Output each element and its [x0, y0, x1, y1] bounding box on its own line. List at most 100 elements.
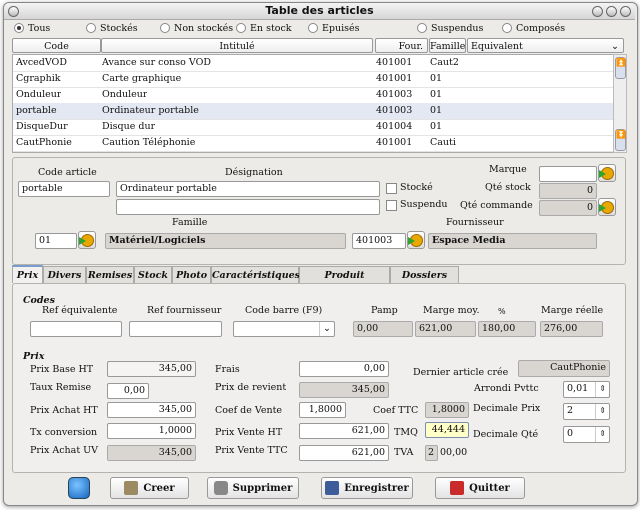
frais-input[interactable]: 0,00	[299, 361, 389, 377]
tab-0[interactable]: Prix	[12, 265, 43, 283]
dec-qte-spinbox[interactable]: 0 ⇕	[563, 426, 610, 443]
tmq-input[interactable]: 44,444	[425, 422, 469, 438]
code-article-input[interactable]: portable	[18, 181, 110, 197]
famille-label: Famille	[172, 217, 208, 228]
table-cell: Carte graphique	[102, 73, 182, 84]
stocke-checkbox[interactable]	[386, 183, 397, 194]
col-header-four[interactable]: Four.	[375, 38, 428, 53]
spin-arrows-icon[interactable]: ⇕	[595, 427, 606, 442]
table-cell: 401003	[376, 105, 413, 116]
prix-vente-ht-input[interactable]: 621,00	[299, 423, 389, 439]
quitter-button[interactable]: Quitter	[435, 477, 525, 499]
dec-qte-value: 0	[567, 428, 574, 439]
tva-code-field[interactable]: 2	[425, 445, 438, 461]
designation2-input[interactable]	[116, 199, 380, 215]
col-header-equivalent[interactable]: Equivalent ⌄	[467, 38, 624, 53]
spin-arrows-icon[interactable]: ⇕	[595, 382, 606, 397]
prix-vente-ttc-input[interactable]: 621,00	[299, 445, 389, 461]
creer-button[interactable]: Creer	[110, 477, 189, 499]
table-row[interactable]: Onduleur Onduleur 401003 01	[13, 87, 614, 104]
prix-revient-label: Prix de revient	[215, 382, 287, 393]
spin-arrows-icon[interactable]: ⇕	[595, 404, 606, 419]
close-button[interactable]	[620, 6, 631, 17]
filter-label: Epuisés	[322, 22, 360, 34]
radio-icon[interactable]	[160, 23, 170, 33]
radio-icon[interactable]	[502, 23, 512, 33]
radio-icon[interactable]	[14, 23, 24, 33]
radio-icon[interactable]	[308, 23, 318, 33]
scroll-bottom-icon[interactable]: ⏬	[615, 129, 626, 151]
stocke-label: Stocké	[400, 182, 433, 193]
radio-icon[interactable]	[417, 23, 427, 33]
table-row[interactable]: portable Ordinateur portable 401003 01	[13, 103, 614, 120]
tab-3[interactable]: Stock	[134, 266, 172, 283]
enregistrer-button[interactable]: Enregistrer	[321, 477, 413, 499]
prix-vente-ht-label: Prix Vente HT	[215, 427, 283, 438]
table-cell: 401001	[376, 73, 413, 84]
table-row[interactable]: CautPhonie Caution Téléphonie 401001 Cauti	[13, 135, 614, 152]
tab-6[interactable]: Produit composé	[299, 266, 390, 298]
tab-2[interactable]: Remises	[86, 266, 134, 283]
filter-radio-6[interactable]: Composés	[502, 22, 565, 34]
prix-achat-ht-input[interactable]: 345,00	[107, 402, 196, 418]
pct-label: %	[498, 307, 506, 316]
table-row[interactable]: DisqueDur Disque dur 401004 01	[13, 119, 614, 136]
table-cell: 401003	[376, 89, 413, 100]
coef-vente-input[interactable]: 1,8000	[299, 402, 346, 418]
tx-conversion-input[interactable]: 1,0000	[107, 423, 196, 439]
famille-lookup-button[interactable]	[78, 231, 96, 249]
suspendu-checkbox[interactable]	[386, 200, 397, 211]
prix-vente-ttc-label: Prix Vente TTC	[215, 445, 288, 456]
filter-radio-3[interactable]: En stock	[236, 22, 292, 34]
marque-lookup-button[interactable]	[598, 164, 616, 182]
help-button[interactable]	[68, 477, 90, 499]
radio-icon[interactable]	[236, 23, 246, 33]
tab-1[interactable]: Divers	[43, 266, 86, 283]
scroll-top-icon[interactable]: ⏫	[615, 57, 626, 79]
filter-radio-0[interactable]: Tous	[14, 22, 50, 34]
col-header-famille[interactable]: Famille	[429, 38, 466, 53]
famille-code-input[interactable]: 01	[35, 233, 77, 249]
dec-prix-spinbox[interactable]: 2 ⇕	[563, 403, 610, 420]
fournisseur-code-input[interactable]: 401003	[352, 233, 406, 249]
fournisseur-lookup-button[interactable]	[407, 231, 425, 249]
taux-remise-input[interactable]: 0,00	[107, 383, 149, 399]
col-header-intitule[interactable]: Intitulé	[101, 38, 373, 53]
table-scrollbar[interactable]: ⏫ ⏬	[613, 54, 627, 153]
exit-door-icon	[450, 481, 465, 495]
filter-radio-1[interactable]: Stockés	[86, 22, 138, 34]
designation-label: Désignation	[225, 167, 283, 178]
go-arrow-icon	[598, 166, 614, 180]
window-menu-button[interactable]	[8, 6, 19, 17]
marque-input[interactable]	[539, 166, 597, 182]
maximize-button[interactable]	[606, 6, 617, 17]
suspendu-label: Suspendu	[400, 199, 448, 210]
tab-7[interactable]: Dossiers liés	[390, 266, 459, 298]
tab-4[interactable]: Photo	[172, 266, 211, 283]
ref-four-input[interactable]	[129, 321, 222, 337]
supprimer-button[interactable]: Supprimer	[207, 477, 299, 499]
minimize-button[interactable]	[592, 6, 603, 17]
table-cell: 401001	[376, 57, 413, 68]
tab-5[interactable]: Caractéristiques	[211, 266, 300, 283]
table-cell: 01	[430, 105, 443, 116]
prix-base-ht-label: Prix Base HT	[30, 364, 94, 375]
ref-equiv-label: Ref équivalente	[42, 305, 118, 316]
filter-radio-5[interactable]: Suspendus	[417, 22, 483, 34]
filter-radio-4[interactable]: Epuisés	[308, 22, 360, 34]
table-row[interactable]: AvcedVOD Avance sur conso VOD 401001 Caut2	[13, 55, 614, 72]
prix-achat-ht-label: Prix Achat HT	[30, 405, 98, 416]
ref-equiv-input[interactable]	[30, 321, 122, 337]
taux-remise-label: Taux Remise	[30, 382, 92, 393]
filter-radio-2[interactable]: Non stockés	[160, 22, 233, 34]
arrondi-spinbox[interactable]: 0,01 ⇕	[563, 381, 610, 398]
code-barre-combo[interactable]: ⌄	[233, 321, 335, 337]
articles-table: AvcedVOD Avance sur conso VOD 401001 Caut2 C…	[12, 54, 615, 153]
qte-commande-button[interactable]	[598, 198, 616, 216]
chevron-down-icon[interactable]: ⌄	[611, 39, 619, 54]
chevron-down-icon[interactable]: ⌄	[319, 322, 331, 336]
table-row[interactable]: Cgraphik Carte graphique 401001 01	[13, 71, 614, 88]
col-header-code[interactable]: Code	[12, 38, 101, 53]
radio-icon[interactable]	[86, 23, 96, 33]
designation-input[interactable]: Ordinateur portable	[116, 181, 380, 197]
